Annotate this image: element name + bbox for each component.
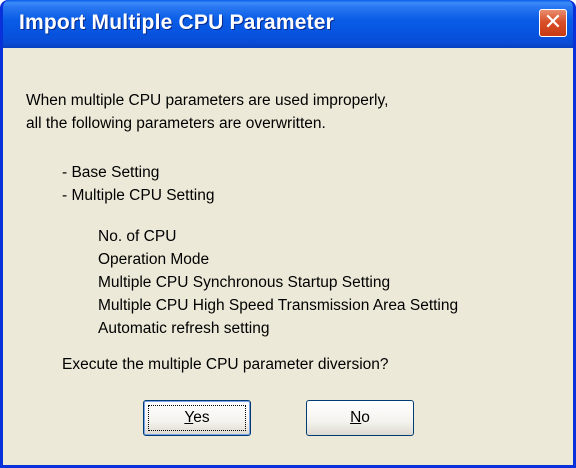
focus-rectangle bbox=[148, 405, 246, 431]
window-title: Import Multiple CPU Parameter bbox=[19, 11, 335, 34]
close-icon: ✕ bbox=[543, 10, 563, 35]
no-label: o bbox=[361, 409, 370, 426]
yes-button[interactable]: Yes bbox=[143, 400, 251, 436]
title-bar[interactable]: Import Multiple CPU Parameter ✕ bbox=[3, 0, 573, 48]
multiple-cpu-setting-list: No. of CPU Operation Mode Multiple CPU S… bbox=[98, 225, 458, 340]
list-item: Multiple CPU Synchronous Startup Setting bbox=[98, 274, 391, 291]
parameter-list: - Base Setting - Multiple CPU Setting bbox=[62, 161, 214, 207]
list-item: Multiple CPU High Speed Transmission Are… bbox=[98, 297, 459, 314]
confirmation-question: Execute the multiple CPU parameter diver… bbox=[62, 356, 389, 373]
message-line: all the following parameters are overwri… bbox=[26, 115, 326, 132]
close-button[interactable]: ✕ bbox=[539, 9, 567, 37]
message-line: When multiple CPU parameters are used im… bbox=[26, 92, 389, 109]
no-button[interactable]: No bbox=[306, 400, 414, 436]
message-text: When multiple CPU parameters are used im… bbox=[26, 89, 388, 135]
list-item: - Multiple CPU Setting bbox=[62, 187, 215, 204]
no-mnemonic: N bbox=[350, 409, 362, 426]
dialog-body: When multiple CPU parameters are used im… bbox=[3, 48, 573, 465]
list-item: Automatic refresh setting bbox=[98, 320, 270, 337]
list-item: Operation Mode bbox=[98, 251, 210, 268]
dialog-window: Import Multiple CPU Parameter ✕ When mul… bbox=[0, 0, 576, 468]
list-item: No. of CPU bbox=[98, 228, 177, 245]
list-item: - Base Setting bbox=[62, 164, 160, 181]
